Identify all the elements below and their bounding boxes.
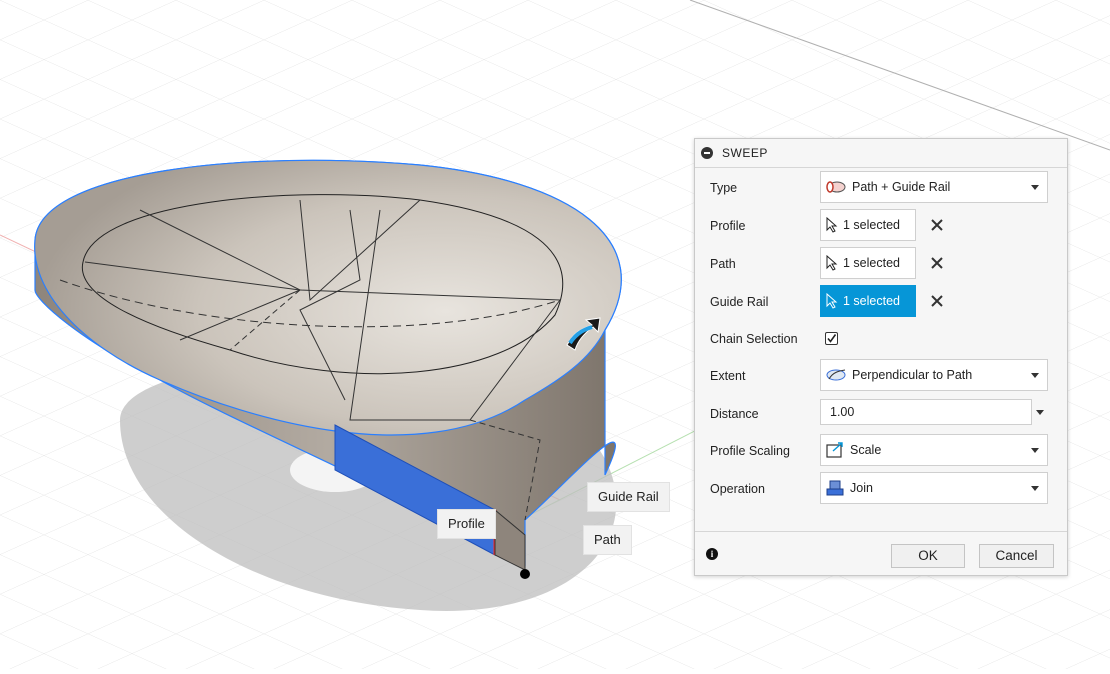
guide-rail-selected-count: 1 selected [843,294,900,308]
chevron-down-icon [1031,184,1039,190]
extent-value: Perpendicular to Path [852,368,973,382]
type-value: Path + Guide Rail [852,180,951,194]
dialog-title: SWEEP [722,146,768,160]
checkmark-icon [827,334,837,343]
ok-button[interactable]: OK [891,544,965,568]
dialog-footer: i OK Cancel [695,531,1067,576]
collapse-icon[interactable] [701,147,713,159]
chevron-down-icon [1031,372,1039,378]
chain-selection-checkbox[interactable] [825,332,838,345]
type-dropdown[interactable]: Path + Guide Rail [820,171,1048,203]
guide-rail-row: Guide Rail 1 selected [695,283,1067,321]
type-label: Type [710,181,738,195]
distance-row: Distance 1.00 [695,395,1067,433]
path-row: Path 1 selected [695,245,1067,283]
guide-rail-select-button[interactable]: 1 selected [820,285,916,317]
path-label: Path [583,525,632,555]
profile-scaling-label: Profile Scaling [710,444,790,458]
cursor-arrow-icon [826,255,838,271]
clear-guide-rail-icon[interactable] [928,292,946,310]
operation-dropdown[interactable]: Join [820,472,1048,504]
profile-row: Profile 1 selected [695,207,1067,245]
dialog-header[interactable]: SWEEP [695,139,1067,168]
profile-scaling-dropdown[interactable]: Scale [820,434,1048,466]
operation-row: Operation Join [695,470,1067,508]
cancel-button[interactable]: Cancel [979,544,1054,568]
path-start-point[interactable] [520,569,530,579]
path-select-button[interactable]: 1 selected [820,247,916,279]
distance-dropdown-icon[interactable] [1036,410,1044,415]
cursor-arrow-icon [826,217,838,233]
clear-path-icon[interactable] [928,254,946,272]
extent-dropdown[interactable]: Perpendicular to Path [820,359,1048,391]
distance-input[interactable]: 1.00 [820,399,1032,425]
clear-profile-icon[interactable] [928,216,946,234]
operation-value: Join [850,481,873,495]
guide-rail-field-label: Guide Rail [710,295,769,309]
perpendicular-extent-icon [826,369,846,381]
profile-field-label: Profile [710,219,746,233]
profile-selected-count: 1 selected [843,218,900,232]
extent-row: Extent Perpendicular to Path [695,357,1067,395]
extent-label: Extent [710,369,746,383]
operation-label: Operation [710,482,765,496]
distance-label: Distance [710,407,759,421]
sweep-dialog: SWEEP Type Path + Guide Rail Profile 1 s… [694,138,1068,576]
profile-label: Profile [437,509,496,539]
profile-scaling-row: Profile Scaling Scale [695,432,1067,470]
guide-rail-label: Guide Rail [587,482,670,512]
profile-scaling-value: Scale [850,443,882,457]
chain-selection-row: Chain Selection [695,320,1067,358]
chevron-down-icon [1031,485,1039,491]
chevron-down-icon [1031,447,1039,453]
type-row: Type Path + Guide Rail [695,169,1067,207]
cursor-arrow-icon [826,293,838,309]
chain-selection-label: Chain Selection [710,332,798,346]
scale-icon [826,442,843,458]
profile-select-button[interactable]: 1 selected [820,209,916,241]
info-icon[interactable]: i [706,548,718,560]
path-selected-count: 1 selected [843,256,900,270]
sweep-type-icon [826,181,846,193]
join-icon [826,480,844,496]
path-field-label: Path [710,257,736,271]
